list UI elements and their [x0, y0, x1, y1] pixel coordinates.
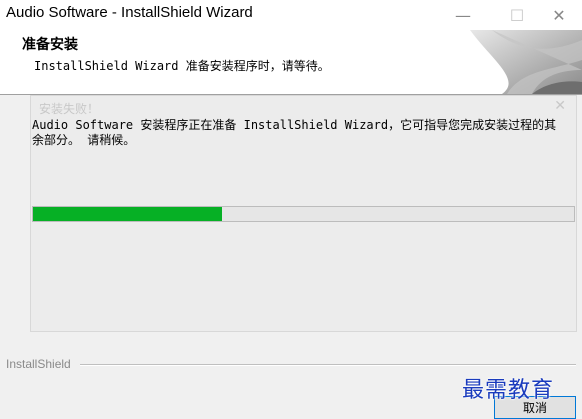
installshield-label: InstallShield [6, 357, 71, 371]
maximize-button: ☐ [509, 5, 525, 25]
minimize-button[interactable]: — [440, 0, 486, 30]
window-title: Audio Software - InstallShield Wizard [6, 4, 253, 21]
wizard-graphic-icon [470, 30, 582, 94]
progress-bar [32, 206, 575, 222]
footer-divider [80, 364, 576, 366]
background-close-icon: ✕ [554, 98, 566, 114]
header-subtitle: InstallShield Wizard 准备安装程序时，请等待。 [34, 59, 330, 73]
watermark: 最需教育 [462, 378, 555, 403]
title-bar: Audio Software - InstallShield Wizard — … [0, 0, 582, 30]
wizard-header: 准备安装 InstallShield Wizard 准备安装程序时，请等待。 [0, 30, 582, 95]
header-title: 准备安装 [22, 37, 78, 53]
status-message: Audio Software 安装程序正在准备 InstallShield Wi… [32, 118, 557, 147]
background-dialog-title: 安装失败！ [39, 102, 100, 116]
close-button[interactable]: ✕ [536, 0, 582, 30]
progress-fill [33, 207, 223, 221]
